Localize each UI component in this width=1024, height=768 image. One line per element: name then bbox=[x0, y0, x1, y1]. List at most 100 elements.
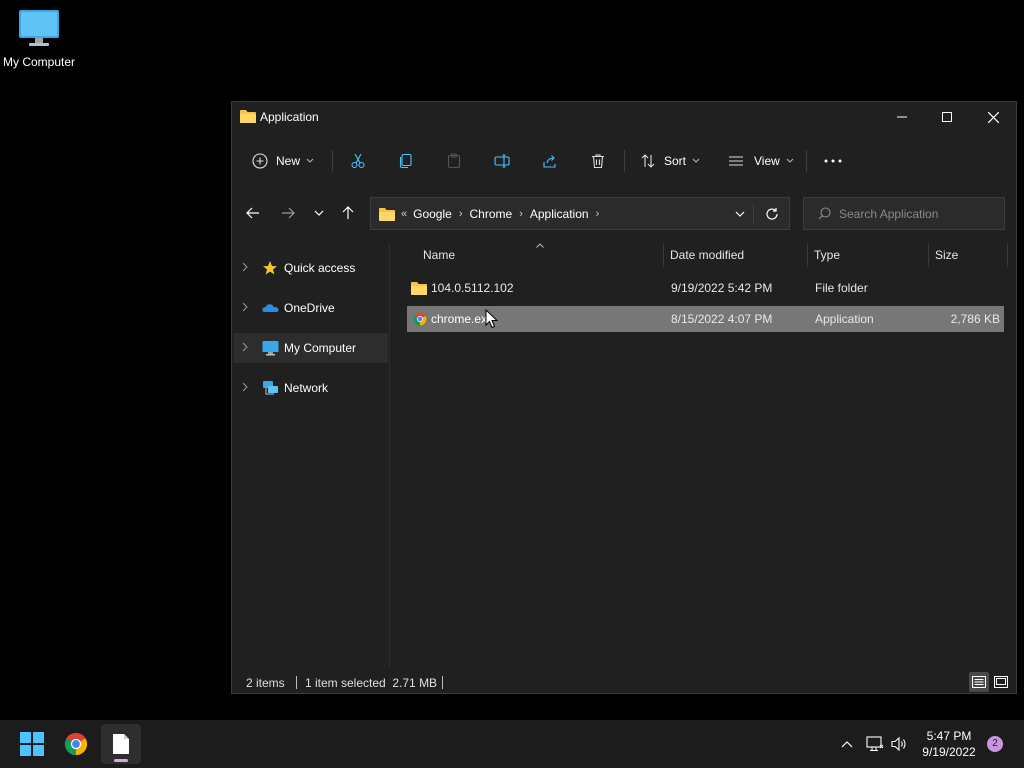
new-button[interactable]: New bbox=[252, 146, 314, 176]
column-header-type[interactable]: Type bbox=[808, 243, 928, 267]
share-button[interactable] bbox=[542, 146, 558, 176]
monitor-icon bbox=[19, 10, 59, 46]
breadcrumb-application[interactable]: Application bbox=[530, 207, 589, 221]
column-header-label: Type bbox=[814, 248, 841, 262]
toolbar-divider bbox=[332, 150, 333, 172]
taskbar-chrome[interactable] bbox=[56, 724, 96, 764]
desktop-icon-my-computer[interactable]: My Computer bbox=[0, 8, 78, 69]
status-divider bbox=[442, 676, 443, 689]
sort-label: Sort bbox=[664, 154, 687, 168]
cut-button[interactable] bbox=[350, 146, 366, 176]
search-placeholder: Search Application bbox=[839, 206, 939, 221]
clock[interactable]: 5:47 PM 9/19/2022 bbox=[912, 728, 986, 760]
folder-icon bbox=[411, 282, 427, 295]
breadcrumb-chevron-icon[interactable]: › bbox=[459, 208, 463, 220]
chevron-right-icon[interactable] bbox=[242, 382, 248, 392]
breadcrumb-chevron-icon[interactable]: › bbox=[596, 208, 600, 220]
refresh-icon[interactable] bbox=[765, 207, 779, 221]
breadcrumb-chrome[interactable]: Chrome bbox=[470, 207, 513, 221]
breadcrumb-chevron-icon[interactable]: › bbox=[519, 208, 523, 220]
column-header-size[interactable]: Size bbox=[929, 243, 1007, 267]
copy-button[interactable] bbox=[398, 146, 414, 176]
nav-item-onedrive[interactable]: OneDrive bbox=[234, 293, 388, 323]
rename-icon bbox=[494, 154, 510, 168]
mouse-cursor-icon bbox=[485, 309, 498, 329]
clock-date: 9/19/2022 bbox=[922, 745, 976, 759]
close-icon bbox=[987, 111, 999, 123]
address-bar[interactable]: « Google › Chrome › Application › bbox=[370, 197, 790, 230]
search-box[interactable]: Search Application bbox=[803, 197, 1005, 230]
clock-time: 5:47 PM bbox=[926, 729, 972, 743]
window-title: Application bbox=[260, 110, 319, 124]
chevron-down-icon bbox=[306, 158, 314, 163]
minimize-button[interactable] bbox=[879, 102, 925, 132]
chevron-right-icon[interactable] bbox=[242, 302, 248, 312]
nav-item-network[interactable]: Network bbox=[234, 373, 388, 403]
column-header-label: Name bbox=[423, 248, 456, 262]
column-header-date-modified[interactable]: Date modified bbox=[664, 243, 807, 267]
taskbar-file-explorer[interactable] bbox=[101, 724, 141, 764]
nav-item-label: Network bbox=[284, 381, 329, 395]
document-icon bbox=[113, 734, 129, 754]
more-icon bbox=[824, 159, 842, 163]
nav-item-label: Quick access bbox=[284, 261, 356, 275]
speaker-icon bbox=[891, 736, 906, 752]
file-name: 104.0.5112.102 bbox=[431, 281, 514, 295]
address-dropdown-icon[interactable] bbox=[735, 211, 745, 217]
paste-button[interactable] bbox=[446, 146, 462, 176]
details-view-button[interactable] bbox=[969, 672, 989, 692]
taskbar: 5:47 PM 9/19/2022 2 bbox=[0, 720, 1024, 768]
file-name: chrome.ex bbox=[431, 312, 488, 326]
forward-button[interactable] bbox=[275, 200, 301, 226]
file-date: 8/15/2022 4:07 PM bbox=[671, 312, 773, 326]
rename-button[interactable] bbox=[494, 146, 510, 176]
navigation-bar: « Google › Chrome › Application › Search… bbox=[232, 196, 1016, 232]
chevron-right-icon[interactable] bbox=[242, 262, 248, 272]
arrow-right-icon bbox=[282, 207, 295, 219]
up-button[interactable] bbox=[335, 200, 361, 226]
overflow-chevron-icon[interactable]: « bbox=[401, 208, 407, 220]
active-indicator bbox=[114, 759, 128, 762]
chevron-right-icon[interactable] bbox=[242, 342, 248, 352]
details-view-icon bbox=[972, 676, 986, 688]
notification-badge[interactable]: 2 bbox=[987, 736, 1003, 752]
volume-button[interactable] bbox=[889, 720, 911, 768]
file-row[interactable]: 104.0.5112.102 9/19/2022 5:42 PM File fo… bbox=[407, 275, 1004, 301]
delete-button[interactable] bbox=[590, 146, 606, 176]
column-header-label: Date modified bbox=[670, 248, 745, 262]
scissors-icon bbox=[351, 153, 365, 169]
network-status-icon bbox=[866, 736, 884, 752]
desktop-icon-label: My Computer bbox=[2, 55, 76, 69]
maximize-icon bbox=[942, 112, 952, 122]
show-hidden-icons-button[interactable] bbox=[836, 720, 858, 768]
nav-item-my-computer[interactable]: My Computer bbox=[234, 333, 388, 363]
recent-locations-button[interactable] bbox=[306, 200, 332, 226]
back-button[interactable] bbox=[240, 200, 266, 226]
more-options-button[interactable] bbox=[824, 146, 842, 176]
close-button[interactable] bbox=[970, 102, 1016, 132]
view-button[interactable]: View bbox=[728, 146, 794, 176]
network-icon bbox=[263, 381, 278, 395]
toolbar-divider bbox=[806, 150, 807, 172]
status-divider bbox=[296, 676, 297, 689]
breadcrumb-google[interactable]: Google bbox=[413, 207, 452, 221]
star-icon bbox=[263, 261, 277, 275]
file-type: File folder bbox=[815, 281, 868, 295]
column-header-name[interactable]: Name bbox=[417, 243, 663, 267]
view-label: View bbox=[754, 154, 780, 168]
maximize-button[interactable] bbox=[924, 102, 970, 132]
title-bar[interactable]: Application bbox=[232, 102, 1016, 132]
network-status-button[interactable] bbox=[864, 720, 886, 768]
file-type: Application bbox=[815, 312, 874, 326]
share-icon bbox=[543, 155, 556, 168]
arrow-left-icon bbox=[246, 207, 259, 219]
start-button[interactable] bbox=[12, 724, 52, 764]
nav-item-quick-access[interactable]: Quick access bbox=[234, 253, 388, 283]
tiles-view-icon bbox=[994, 676, 1008, 688]
search-icon bbox=[818, 207, 831, 220]
sort-button[interactable]: Sort bbox=[640, 146, 700, 176]
status-bar: 2 items 1 item selected 2.71 MB bbox=[232, 670, 1016, 694]
column-divider[interactable] bbox=[1007, 243, 1008, 267]
tiles-view-button[interactable] bbox=[991, 672, 1011, 692]
arrow-up-icon bbox=[342, 206, 354, 219]
